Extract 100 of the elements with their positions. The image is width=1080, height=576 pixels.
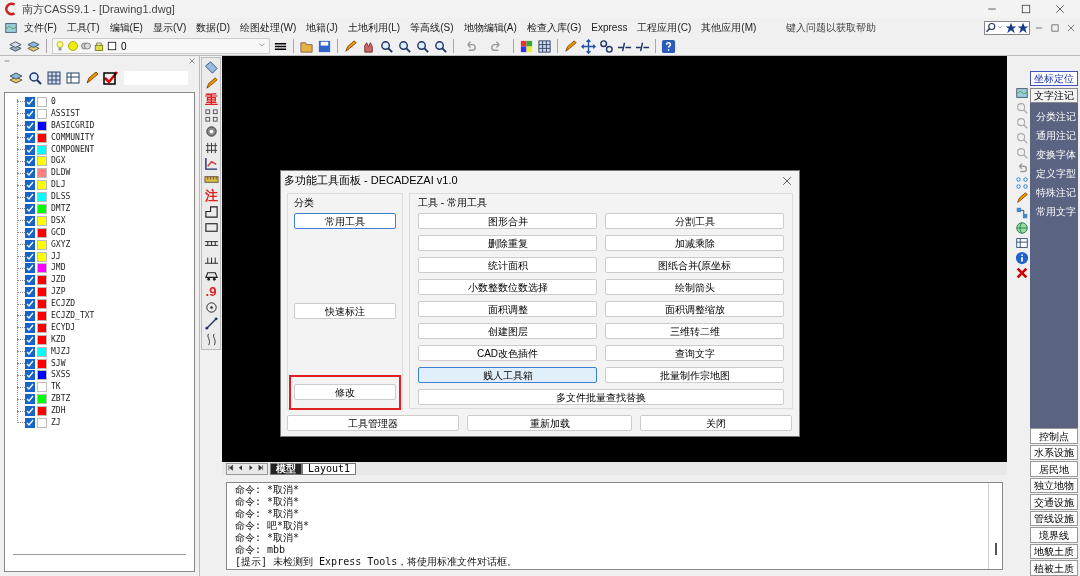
layer-color-swatch[interactable]: [37, 275, 47, 286]
layer-checkbox[interactable]: [25, 168, 35, 179]
layer-checkbox[interactable]: [25, 192, 35, 203]
tool-button[interactable]: 面积调整缩放: [605, 301, 784, 317]
menu-item[interactable]: 数据(D): [196, 20, 231, 35]
tool-button[interactable]: 加减乘除: [605, 235, 784, 251]
menu-item[interactable]: 编辑(E): [109, 20, 143, 35]
layer-color-swatch[interactable]: [37, 96, 47, 107]
panel-tab[interactable]: 文字注记: [1030, 87, 1078, 103]
layer-checkbox[interactable]: [25, 96, 35, 107]
layer-checkbox[interactable]: [25, 215, 35, 226]
layer-checkbox[interactable]: [25, 358, 35, 369]
layer-checkbox[interactable]: [25, 346, 35, 357]
tool-button[interactable]: 查询文字: [605, 345, 784, 361]
layer-color-swatch[interactable]: [37, 406, 47, 417]
menu-item[interactable]: Express: [591, 20, 628, 35]
layer-checkbox[interactable]: [25, 299, 35, 310]
palette-icon[interactable]: [519, 38, 534, 54]
menu-item[interactable]: 工具(T): [66, 20, 100, 35]
layer-color-swatch[interactable]: [37, 251, 47, 262]
tool-button[interactable]: CAD改色插件: [418, 345, 597, 361]
command-window[interactable]: 命令: *取消* 命令: *取消* 命令: *取消* 命令: 吧*取消* 命令: *取消* 命令: mbb [提示] 未检测到 Express Tools，将使用标准文件对话框。: [226, 482, 1003, 570]
layer-color-swatch[interactable]: [37, 370, 47, 381]
layer-checkbox[interactable]: [25, 156, 35, 167]
layer-color-swatch[interactable]: [37, 144, 47, 155]
layer-color-swatch[interactable]: [37, 263, 47, 274]
tag-icon[interactable]: [203, 60, 219, 75]
layer-color-swatch[interactable]: [37, 215, 47, 226]
layer-dropdown[interactable]: 0: [52, 38, 270, 54]
tool-button[interactable]: 批量制作宗地图: [605, 367, 784, 383]
layer-color-swatch[interactable]: [37, 168, 47, 179]
grid-icon[interactable]: [537, 38, 552, 54]
star-icon[interactable]: [1005, 21, 1017, 34]
layer-color-swatch[interactable]: [37, 322, 47, 333]
layer-color-swatch[interactable]: [37, 358, 47, 369]
star-icon[interactable]: [1017, 21, 1029, 34]
layer-color-swatch[interactable]: [37, 203, 47, 214]
layer-color-swatch[interactable]: [37, 394, 47, 405]
layer-color-swatch[interactable]: [37, 156, 47, 167]
layer-copy-icon[interactable]: [65, 70, 81, 86]
panel-tab[interactable]: 地貌土质: [1030, 543, 1078, 560]
category-button[interactable]: 常用工具: [294, 213, 396, 229]
link-icon[interactable]: [599, 38, 614, 54]
layer-checkbox[interactable]: [25, 334, 35, 345]
zoom-icon[interactable]: [433, 38, 448, 54]
layer-color-swatch[interactable]: [37, 180, 47, 191]
close-icon[interactable]: [188, 57, 196, 65]
tool-button[interactable]: 贱人工具箱: [418, 367, 597, 383]
panel-item[interactable]: 特殊注记: [1030, 183, 1078, 202]
layer-checkbox[interactable]: [25, 132, 35, 143]
layer-color-swatch[interactable]: [37, 299, 47, 310]
menu-item[interactable]: 文件(F): [24, 20, 57, 35]
layer-color-swatch[interactable]: [37, 287, 47, 298]
zoom-icon[interactable]: [379, 38, 394, 54]
tool-button[interactable]: 图形合并: [418, 213, 597, 229]
toolbar-glyph[interactable]: 注: [204, 188, 218, 203]
dialog-button[interactable]: 重新加载: [467, 415, 632, 431]
menu-item[interactable]: 检查入库(G): [526, 20, 582, 35]
panel-item[interactable]: 常用文字: [1030, 202, 1078, 221]
zoom-icon[interactable]: [415, 38, 430, 54]
layer-color-swatch[interactable]: [37, 346, 47, 357]
step-icon[interactable]: [203, 204, 219, 219]
layer-color-swatch[interactable]: [37, 418, 47, 428]
tool-button[interactable]: 小数整数位数选择: [418, 279, 597, 295]
gear-icon[interactable]: [203, 124, 219, 139]
close-icon[interactable]: [1054, 3, 1066, 15]
menu-item[interactable]: 地籍(J): [306, 20, 338, 35]
tool-button[interactable]: 图纸合并(原坐标: [605, 257, 784, 273]
layer-checkbox[interactable]: [25, 120, 35, 131]
layer-checkbox[interactable]: [25, 370, 35, 381]
layer-checkbox[interactable]: [25, 263, 35, 274]
panel-tab[interactable]: 水系设施: [1030, 444, 1078, 461]
layout-tab[interactable]: Layout1: [302, 462, 357, 475]
dialog-button[interactable]: 关闭: [640, 415, 792, 431]
panel-item[interactable]: 分类注记: [1030, 107, 1078, 126]
panel-tab[interactable]: 管线设施: [1030, 510, 1078, 527]
panel-item[interactable]: 变换字体: [1030, 145, 1078, 164]
save-icon[interactable]: [317, 38, 332, 54]
tool-button[interactable]: 绘制箭头: [605, 279, 784, 295]
menu-item[interactable]: 等高线(S): [410, 20, 454, 35]
pencil-icon[interactable]: [203, 76, 219, 91]
panel-tab[interactable]: 境界线: [1030, 527, 1078, 543]
layer-checkbox[interactable]: [25, 310, 35, 321]
layer-checkbox[interactable]: [25, 275, 35, 286]
dialog-button[interactable]: 工具管理器: [287, 415, 459, 431]
move-icon[interactable]: [581, 38, 596, 54]
menu-item[interactable]: 其他应用(M): [701, 20, 757, 35]
layer-checkbox[interactable]: [25, 287, 35, 298]
panel-tab[interactable]: 独立地物: [1030, 477, 1078, 494]
menu-item[interactable]: 地物编辑(A): [463, 20, 517, 35]
category-button[interactable]: 快速标注: [294, 302, 396, 319]
layer-checkbox[interactable]: [25, 108, 35, 119]
menu-item[interactable]: 工程应用(C): [637, 20, 692, 35]
layers-icon[interactable]: [8, 38, 23, 54]
layer-checkbox[interactable]: [25, 251, 35, 262]
layer-edit-icon[interactable]: [84, 70, 100, 86]
menu-item[interactable]: 绘图处理(W): [240, 20, 297, 35]
layer-checkbox[interactable]: [25, 227, 35, 238]
comb-icon[interactable]: [203, 140, 219, 155]
toolbar-glyph[interactable]: .9: [205, 284, 217, 299]
